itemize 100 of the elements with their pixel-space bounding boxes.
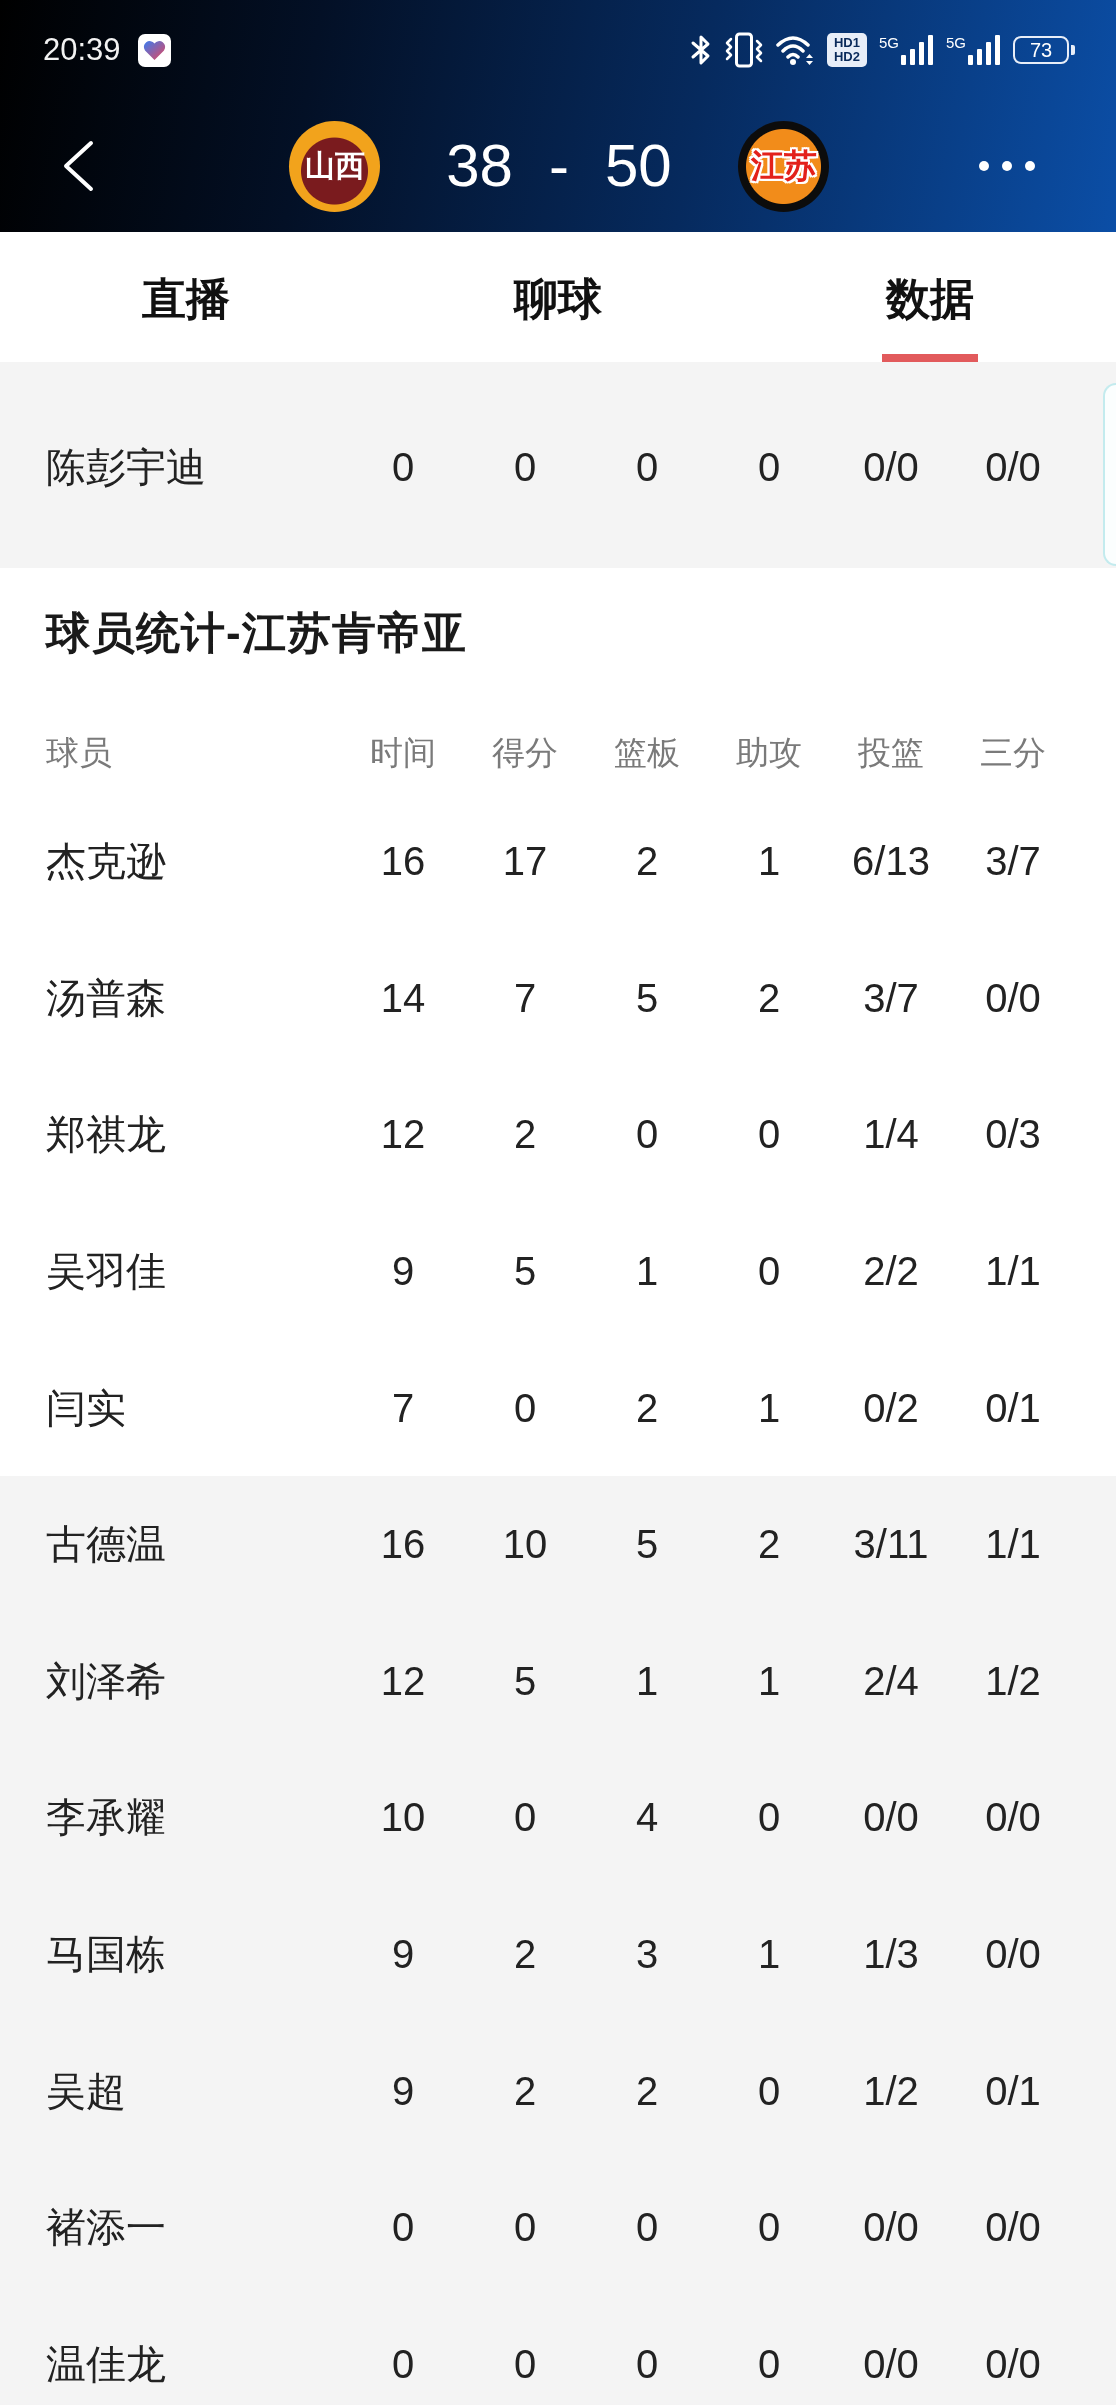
stat-value: 0/2: [863, 1384, 919, 1431]
stat-value: 2: [635, 838, 659, 885]
stat-value: 0/3: [985, 1111, 1041, 1158]
heart-app-icon: [137, 33, 171, 67]
stat-value: 0: [757, 1248, 781, 1295]
stat-value: 2: [513, 1111, 537, 1158]
player-name: 古德温: [46, 1521, 167, 1568]
stat-value: 10: [380, 1794, 426, 1841]
stat-value: 1: [757, 838, 781, 885]
stat-value: 5: [513, 1657, 537, 1704]
section-title: 球员统计-江苏肯帝亚: [46, 608, 467, 658]
stat-value: 1/1: [985, 1248, 1041, 1295]
stat-value: 0: [757, 2340, 781, 2387]
stat-value: 4: [635, 1794, 659, 1841]
stat-value: 2: [757, 974, 781, 1021]
stat-value: 0/0: [863, 2340, 919, 2387]
stat-value: 2: [635, 1384, 659, 1431]
player-name: 汤普森: [46, 974, 167, 1021]
stat-value: 0/1: [985, 1384, 1041, 1431]
column-header: 投篮: [858, 733, 924, 773]
column-header: 篮板: [614, 733, 680, 773]
player-name: 褚添一: [46, 2204, 167, 2251]
stat-value: 3: [635, 1931, 659, 1978]
player-name: 陈彭宇迪: [46, 444, 207, 491]
stat-value: 5: [635, 1521, 659, 1568]
stat-value: 7: [513, 974, 537, 1021]
stat-value: 0/0: [863, 2204, 919, 2251]
stat-value: 0: [513, 1384, 537, 1431]
stat-value: 0: [635, 1111, 659, 1158]
stat-value: 1: [635, 1248, 659, 1295]
column-header: 得分: [492, 733, 558, 773]
stat-value: 0: [513, 2340, 537, 2387]
player-name: 杰克逊: [46, 838, 167, 885]
home-score: 38: [446, 132, 513, 200]
network-type: 5G: [946, 35, 966, 51]
stat-value: 16: [380, 838, 426, 885]
hd-label: HD2: [833, 50, 860, 64]
stat-value: 1: [757, 1384, 781, 1431]
stat-value: 12: [380, 1111, 426, 1158]
signal-icon: [967, 35, 1001, 65]
stat-value: 0: [635, 2204, 659, 2251]
stat-value: 0/0: [985, 1794, 1041, 1841]
stat-value: 0: [513, 1794, 537, 1841]
vibrate-icon: [724, 32, 763, 68]
stat-value: 0/0: [985, 2204, 1041, 2251]
column-header: 球员: [46, 733, 113, 773]
stat-value: 0/0: [863, 444, 919, 491]
tab[interactable]: 聊球: [372, 232, 744, 362]
stat-value: 0: [391, 2204, 415, 2251]
stat-value: 1: [757, 1931, 781, 1978]
stat-value: 0: [757, 444, 781, 491]
stat-value: 0: [635, 444, 659, 491]
stat-value: 0/1: [985, 2067, 1041, 2114]
stat-value: 2/2: [863, 1248, 919, 1295]
stat-value: 0/0: [985, 1931, 1041, 1978]
stat-value: 0: [391, 444, 415, 491]
player-name: 闫实: [46, 1384, 127, 1431]
stat-value: 0/0: [985, 2340, 1041, 2387]
away-score: 50: [605, 132, 672, 200]
stat-value: 6/13: [852, 838, 930, 885]
stat-value: 1: [757, 1657, 781, 1704]
stat-value: 0: [757, 2067, 781, 2114]
stat-value: 0: [635, 2340, 659, 2387]
score-separator: -: [549, 132, 569, 200]
stat-value: 5: [513, 1248, 537, 1295]
stat-value: 2: [757, 1521, 781, 1568]
player-name: 李承耀: [46, 1794, 167, 1841]
stat-value: 17: [502, 838, 548, 885]
stat-value: 3/7: [985, 838, 1041, 885]
team-logo: 山西: [289, 120, 380, 212]
stat-value: 5: [635, 974, 659, 1021]
wifi-icon: [774, 34, 815, 66]
tab[interactable]: 直播: [0, 232, 372, 362]
stat-value: 0: [757, 2204, 781, 2251]
stat-value: 0: [757, 1111, 781, 1158]
stat-value: 16: [380, 1521, 426, 1568]
stat-value: 10: [502, 1521, 548, 1568]
player-name: 郑祺龙: [46, 1111, 167, 1158]
stat-value: 2: [635, 2067, 659, 2114]
stat-value: 0: [513, 444, 537, 491]
more-icon: [978, 160, 1036, 172]
column-header: 时间: [370, 733, 436, 773]
column-header: 助攻: [736, 733, 802, 773]
stat-value: 1/1: [985, 1521, 1041, 1568]
stat-value: 0/0: [985, 974, 1041, 1021]
stat-value: 7: [391, 1384, 415, 1431]
stat-value: 0/0: [985, 444, 1041, 491]
status-time: 20:39: [43, 32, 121, 68]
stat-value: 0: [513, 2204, 537, 2251]
stat-value: 9: [391, 2067, 415, 2114]
stat-value: 12: [380, 1657, 426, 1704]
stat-value: 1/2: [863, 2067, 919, 2114]
player-name: 吴羽佳: [46, 1248, 167, 1295]
stat-value: 1: [635, 1657, 659, 1704]
tab[interactable]: 数据: [744, 232, 1116, 362]
team-logo: 江苏: [738, 120, 829, 212]
stat-value: 1/2: [985, 1657, 1041, 1704]
stat-value: 0/0: [863, 1794, 919, 1841]
hd-label: HD1: [833, 36, 860, 50]
more-button[interactable]: [978, 160, 1036, 172]
